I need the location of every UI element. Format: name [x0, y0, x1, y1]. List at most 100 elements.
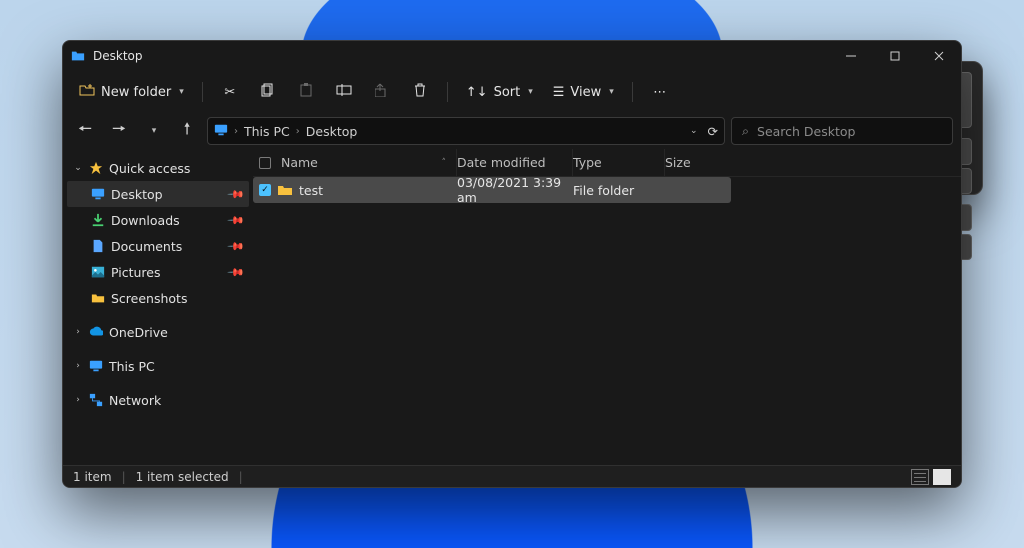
thumbnails-view-button[interactable] — [933, 469, 951, 485]
monitor-icon — [91, 187, 105, 201]
navigation-row: 🠔 🠖 ▾ 🠕 › This PC › Desktop ⌄ ⟳ ⌕ Search… — [63, 113, 961, 149]
star-icon — [89, 161, 103, 175]
file-date: 03/08/2021 3:39 am — [457, 175, 573, 205]
paste-button[interactable] — [289, 77, 323, 107]
sidebar-item-documents[interactable]: Documents 📌 — [67, 233, 249, 259]
file-name: test — [299, 183, 323, 198]
titlebar[interactable]: Desktop — [63, 41, 961, 71]
delete-button[interactable] — [403, 77, 437, 107]
column-header-date[interactable]: Date modified — [457, 149, 573, 176]
network-icon — [89, 393, 103, 407]
trash-icon — [413, 83, 427, 101]
pin-icon: 📌 — [227, 185, 246, 204]
select-all-checkbox[interactable] — [259, 157, 271, 169]
file-list[interactable]: test 03/08/2021 3:39 am File folder — [253, 177, 961, 465]
folder-icon — [277, 182, 293, 198]
document-icon — [91, 239, 105, 253]
sidebar-item-label: Downloads — [111, 213, 180, 228]
chevron-down-icon: ▾ — [179, 87, 184, 97]
row-checkbox[interactable] — [259, 184, 271, 196]
sidebar-item-label: Desktop — [111, 187, 163, 202]
search-placeholder: Search Desktop — [757, 124, 855, 139]
maximize-button[interactable] — [873, 41, 917, 71]
sidebar-item-label: OneDrive — [109, 325, 168, 340]
monitor-icon — [89, 359, 103, 373]
sidebar-network[interactable]: › Network — [67, 387, 249, 413]
window-title: Desktop — [93, 49, 143, 63]
search-input[interactable]: ⌕ Search Desktop — [731, 117, 953, 145]
close-button[interactable] — [917, 41, 961, 71]
new-folder-icon — [79, 82, 95, 102]
sidebar-quick-access[interactable]: ⌄ Quick access — [67, 155, 249, 181]
column-headers[interactable]: Name ˄ Date modified Type Size — [253, 149, 961, 177]
scissors-icon: ✂ — [224, 85, 235, 100]
chevron-right-icon[interactable]: › — [73, 361, 83, 371]
sidebar-item-label: This PC — [109, 359, 155, 374]
sort-button[interactable]: ↑↓ Sort ▾ — [458, 77, 541, 107]
table-row[interactable]: test 03/08/2021 3:39 am File folder — [253, 177, 731, 203]
sidebar-item-label: Pictures — [111, 265, 161, 280]
up-button[interactable]: 🠕 — [173, 117, 201, 145]
column-header-name[interactable]: Name ˄ — [259, 149, 457, 176]
breadcrumb-this-pc[interactable]: This PC — [244, 124, 290, 139]
breadcrumb-sep: › — [234, 126, 238, 137]
clipboard-icon — [299, 83, 313, 101]
minimize-button[interactable] — [829, 41, 873, 71]
back-button[interactable]: 🠔 — [71, 117, 99, 145]
column-header-size[interactable]: Size — [665, 149, 723, 176]
chevron-down-icon[interactable]: ⌄ — [690, 126, 698, 136]
sidebar-onedrive[interactable]: › OneDrive — [67, 319, 249, 345]
forward-button[interactable]: 🠖 — [105, 117, 133, 145]
view-icon: ☰ — [553, 85, 565, 100]
status-bar: 1 item | 1 item selected | — [63, 465, 961, 487]
pin-icon: 📌 — [227, 237, 246, 256]
sidebar-item-screenshots[interactable]: Screenshots — [67, 285, 249, 311]
sidebar-item-label: Screenshots — [111, 291, 187, 306]
monitor-icon — [214, 123, 228, 140]
address-bar[interactable]: › This PC › Desktop ⌄ ⟳ — [207, 117, 725, 145]
details-view-button[interactable] — [911, 469, 929, 485]
sidebar-item-desktop[interactable]: Desktop 📌 — [67, 181, 249, 207]
recent-locations-button[interactable]: ▾ — [139, 117, 167, 145]
sidebar-item-label: Quick access — [109, 161, 190, 176]
folder-icon — [71, 49, 85, 63]
file-explorer-window: Desktop New folder ▾ ✂ ↑↓ Sort ▾ ☰ View — [62, 40, 962, 488]
refresh-button[interactable]: ⟳ — [708, 124, 718, 139]
sort-label: Sort — [494, 85, 521, 100]
chevron-right-icon[interactable]: › — [73, 395, 83, 405]
toolbar: New folder ▾ ✂ ↑↓ Sort ▾ ☰ View ▾ ⋯ — [63, 71, 961, 113]
share-icon — [375, 83, 389, 101]
chevron-down-icon[interactable]: ⌄ — [73, 163, 83, 173]
status-item-count: 1 item — [73, 470, 112, 484]
file-type: File folder — [573, 183, 665, 198]
breadcrumb-desktop[interactable]: Desktop — [306, 124, 358, 139]
sidebar-item-pictures[interactable]: Pictures 📌 — [67, 259, 249, 285]
rename-icon — [336, 83, 352, 101]
cloud-icon — [89, 325, 103, 339]
chevron-right-icon[interactable]: › — [73, 327, 83, 337]
search-icon: ⌕ — [742, 123, 749, 139]
download-icon — [91, 213, 105, 227]
chevron-down-icon: ▾ — [609, 87, 614, 97]
navigation-pane[interactable]: ⌄ Quick access Desktop 📌 Downloads 📌 Doc… — [63, 149, 253, 465]
pin-icon: 📌 — [227, 263, 246, 282]
new-button[interactable]: New folder ▾ — [71, 77, 192, 107]
copy-icon — [261, 83, 275, 101]
pin-icon: 📌 — [227, 211, 246, 230]
status-selected-count: 1 item selected — [136, 470, 229, 484]
sidebar-this-pc[interactable]: › This PC — [67, 353, 249, 379]
sidebar-item-label: Documents — [111, 239, 182, 254]
copy-button[interactable] — [251, 77, 285, 107]
share-button[interactable] — [365, 77, 399, 107]
pictures-icon — [91, 265, 105, 279]
sidebar-item-downloads[interactable]: Downloads 📌 — [67, 207, 249, 233]
file-list-area: Name ˄ Date modified Type Size test 03/0… — [253, 149, 961, 465]
column-header-type[interactable]: Type — [573, 149, 665, 176]
more-button[interactable]: ⋯ — [643, 77, 677, 107]
chevron-down-icon: ▾ — [528, 87, 533, 97]
view-button[interactable]: ☰ View ▾ — [545, 77, 622, 107]
cut-button[interactable]: ✂ — [213, 77, 247, 107]
rename-button[interactable] — [327, 77, 361, 107]
sort-icon: ↑↓ — [466, 85, 488, 100]
new-label: New folder — [101, 85, 171, 100]
